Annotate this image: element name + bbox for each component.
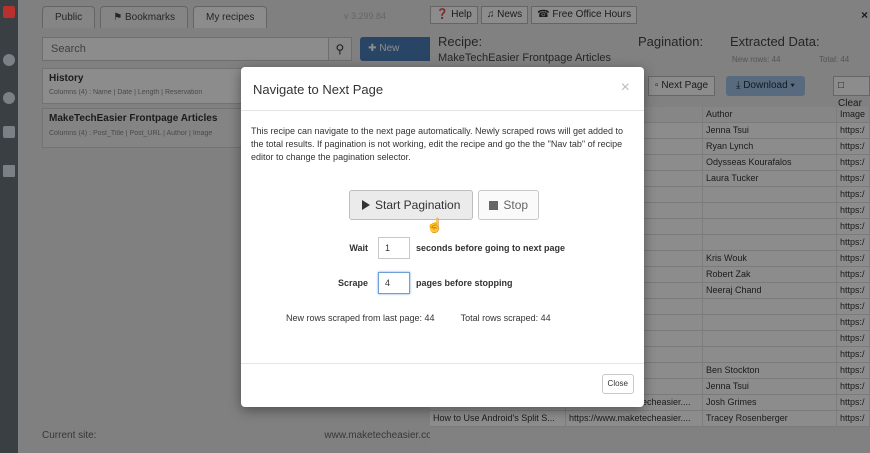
- hand-cursor-icon: ☝: [426, 217, 444, 233]
- app-logo-icon: [3, 6, 15, 18]
- wait-seconds-input[interactable]: [378, 237, 410, 259]
- stop-label: Stop: [503, 198, 529, 212]
- scrape-suffix: pages before stopping: [416, 278, 513, 288]
- user-icon[interactable]: [3, 54, 15, 66]
- pagination-controls: Start Pagination Stop: [349, 190, 540, 220]
- new-rows-scraped: New rows scraped from last page: 44: [286, 313, 435, 323]
- icon-rail: [0, 0, 18, 453]
- start-pagination-button[interactable]: Start Pagination: [349, 190, 474, 220]
- stop-icon: [489, 201, 499, 210]
- total-rows-scraped: Total rows scraped: 44: [460, 313, 551, 323]
- modal-title: Navigate to Next Page: [253, 82, 384, 97]
- wait-label: Wait: [349, 243, 368, 253]
- close-button[interactable]: Close: [601, 374, 634, 394]
- scrape-stats: New rows scraped from last page: 44 Tota…: [286, 313, 551, 323]
- pagination-modal: Navigate to Next Page × This recipe can …: [241, 67, 644, 407]
- navigate-icon[interactable]: [3, 92, 15, 104]
- database-icon[interactable]: [3, 126, 15, 138]
- modal-body: This recipe can navigate to the next pag…: [241, 111, 644, 164]
- scrape-row: Scrape pages before stopping: [326, 272, 513, 294]
- scrape-pages-input[interactable]: [378, 272, 410, 294]
- table-icon[interactable]: [3, 165, 15, 177]
- stop-button[interactable]: Stop: [478, 190, 540, 220]
- play-icon: [362, 200, 370, 210]
- scrape-label: Scrape: [337, 278, 368, 288]
- modal-close-icon[interactable]: ×: [621, 79, 630, 97]
- wait-suffix: seconds before going to next page: [416, 243, 566, 253]
- start-pagination-label: Start Pagination: [375, 198, 461, 212]
- modal-header: Navigate to Next Page ×: [241, 67, 644, 111]
- modal-footer: Close: [241, 363, 644, 407]
- wait-row: Wait seconds before going to next page: [326, 237, 565, 259]
- modal-description: This recipe can navigate to the next pag…: [251, 126, 624, 162]
